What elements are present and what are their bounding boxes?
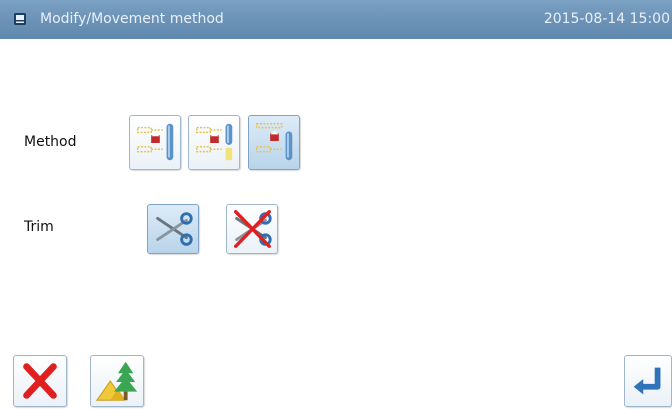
tree-mountain-icon [95, 361, 138, 401]
method-with-point-icon [195, 123, 233, 161]
tree-view-button[interactable] [90, 355, 144, 407]
method-standard-icon [136, 123, 174, 161]
page-title: Modify/Movement method [40, 11, 224, 27]
document-icon [14, 13, 26, 25]
trim-on-button[interactable] [147, 204, 199, 254]
scissors-icon [156, 212, 193, 246]
method-alternate-icon [255, 123, 293, 161]
title-bar: Modify/Movement method 2015-08-14 15:00 [0, 0, 672, 39]
cancel-button[interactable] [13, 355, 67, 407]
datetime-display: 2015-08-14 15:00 [543, 11, 670, 27]
method-option-3-button[interactable] [248, 115, 300, 170]
enter-button[interactable] [624, 355, 672, 407]
method-label: Method [24, 134, 77, 150]
cancel-x-icon [23, 363, 57, 399]
trim-label: Trim [24, 219, 54, 235]
method-option-2-button[interactable] [188, 115, 240, 170]
no-trim-icon [234, 210, 272, 248]
enter-icon [633, 367, 661, 395]
method-option-1-button[interactable] [129, 115, 181, 170]
trim-off-button[interactable] [226, 204, 278, 254]
